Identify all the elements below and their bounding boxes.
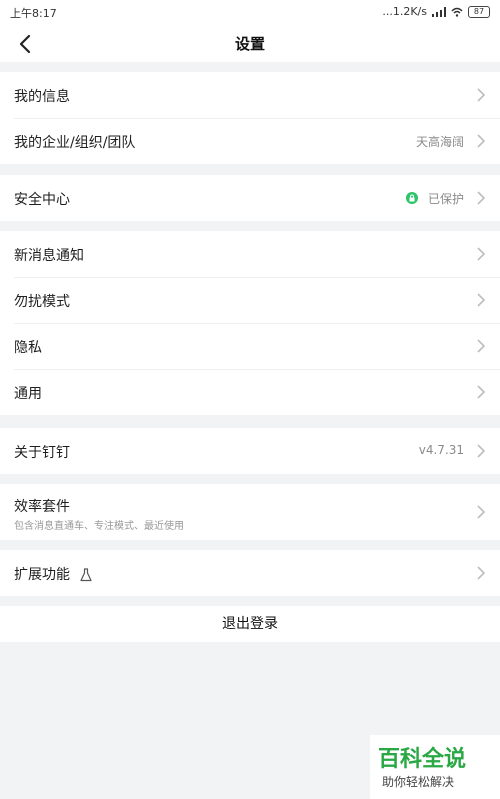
version-label: v4.7.31 — [418, 443, 464, 457]
status-time: 上午8:17 — [10, 7, 57, 20]
row-label: 我的信息 — [14, 89, 70, 105]
row-label-wrap: 扩展功能 — [14, 564, 93, 584]
row-about-dingtalk[interactable]: 关于钉钉 v4.7.31 — [0, 428, 500, 474]
logout-button[interactable]: 退出登录 — [0, 606, 500, 642]
navigation-bar: 设置 — [0, 24, 500, 62]
row-label: 安全中心 — [14, 192, 70, 208]
chevron-right-icon — [477, 191, 486, 205]
battery-icon: 87 — [468, 5, 490, 18]
watermark: 百科全说 助你轻松解决 — [370, 735, 500, 799]
row-value: 已保护 — [427, 192, 464, 206]
chevron-right-icon — [477, 88, 486, 102]
row-label: 通用 — [14, 386, 42, 402]
status-bar: 上午8:17 ...1.2K/s 87 — [0, 0, 500, 24]
status-icons: ...1.2K/s 87 — [382, 5, 490, 18]
chevron-right-icon — [477, 247, 486, 261]
watermark-subtitle: 助你轻松解决 — [382, 775, 455, 789]
row-label: 效率套件 — [14, 499, 70, 515]
chevron-right-icon — [477, 505, 486, 519]
row-my-organization[interactable]: 我的企业/组织/团队 天高海阔 — [0, 118, 500, 164]
chevron-right-icon — [477, 385, 486, 399]
settings-group-account: 我的信息 我的企业/组织/团队 天高海阔 — [0, 72, 500, 164]
wifi-icon — [451, 7, 463, 17]
chevron-right-icon — [477, 339, 486, 353]
row-general[interactable]: 通用 — [0, 369, 500, 415]
row-privacy[interactable]: 隐私 — [0, 323, 500, 369]
page-title: 设置 — [234, 35, 265, 53]
chevron-right-icon — [477, 134, 486, 148]
row-label: 关于钉钉 — [14, 445, 70, 461]
settings-group-extensions: 扩展功能 — [0, 550, 500, 596]
chevron-right-icon — [477, 293, 486, 307]
row-do-not-disturb[interactable]: 勿扰模式 — [0, 277, 500, 323]
network-speed: ...1.2K/s — [382, 5, 427, 18]
settings-group-about: 关于钉钉 v4.7.31 — [0, 428, 500, 474]
row-value: 天高海阔 — [415, 135, 464, 149]
row-label: 勿扰模式 — [14, 294, 70, 310]
row-label: 新消息通知 — [14, 248, 84, 264]
chevron-right-icon — [477, 444, 486, 458]
row-label: 隐私 — [14, 340, 42, 356]
row-security-center[interactable]: 安全中心 已保护 — [0, 175, 500, 221]
row-efficiency-suite[interactable]: 效率套件 包含消息直通车、专注模式、最近使用 — [0, 484, 500, 540]
watermark-title: 百科全说 — [378, 747, 467, 772]
row-my-info[interactable]: 我的信息 — [0, 72, 500, 118]
signal-icon — [432, 6, 446, 17]
chevron-right-icon — [477, 566, 486, 580]
row-subtitle: 包含消息直通车、专注模式、最近使用 — [14, 521, 184, 532]
settings-group-preferences: 新消息通知 勿扰模式 隐私 通用 — [0, 231, 500, 415]
row-new-message-notification[interactable]: 新消息通知 — [0, 231, 500, 277]
settings-group-efficiency: 效率套件 包含消息直通车、专注模式、最近使用 — [0, 484, 500, 540]
row-label: 扩展功能 — [14, 567, 70, 583]
row-extensions[interactable]: 扩展功能 — [0, 550, 500, 596]
settings-group-security: 安全中心 已保护 — [0, 175, 500, 221]
flask-icon — [80, 568, 93, 582]
lock-icon — [406, 192, 418, 204]
row-label: 我的企业/组织/团队 — [14, 135, 136, 151]
